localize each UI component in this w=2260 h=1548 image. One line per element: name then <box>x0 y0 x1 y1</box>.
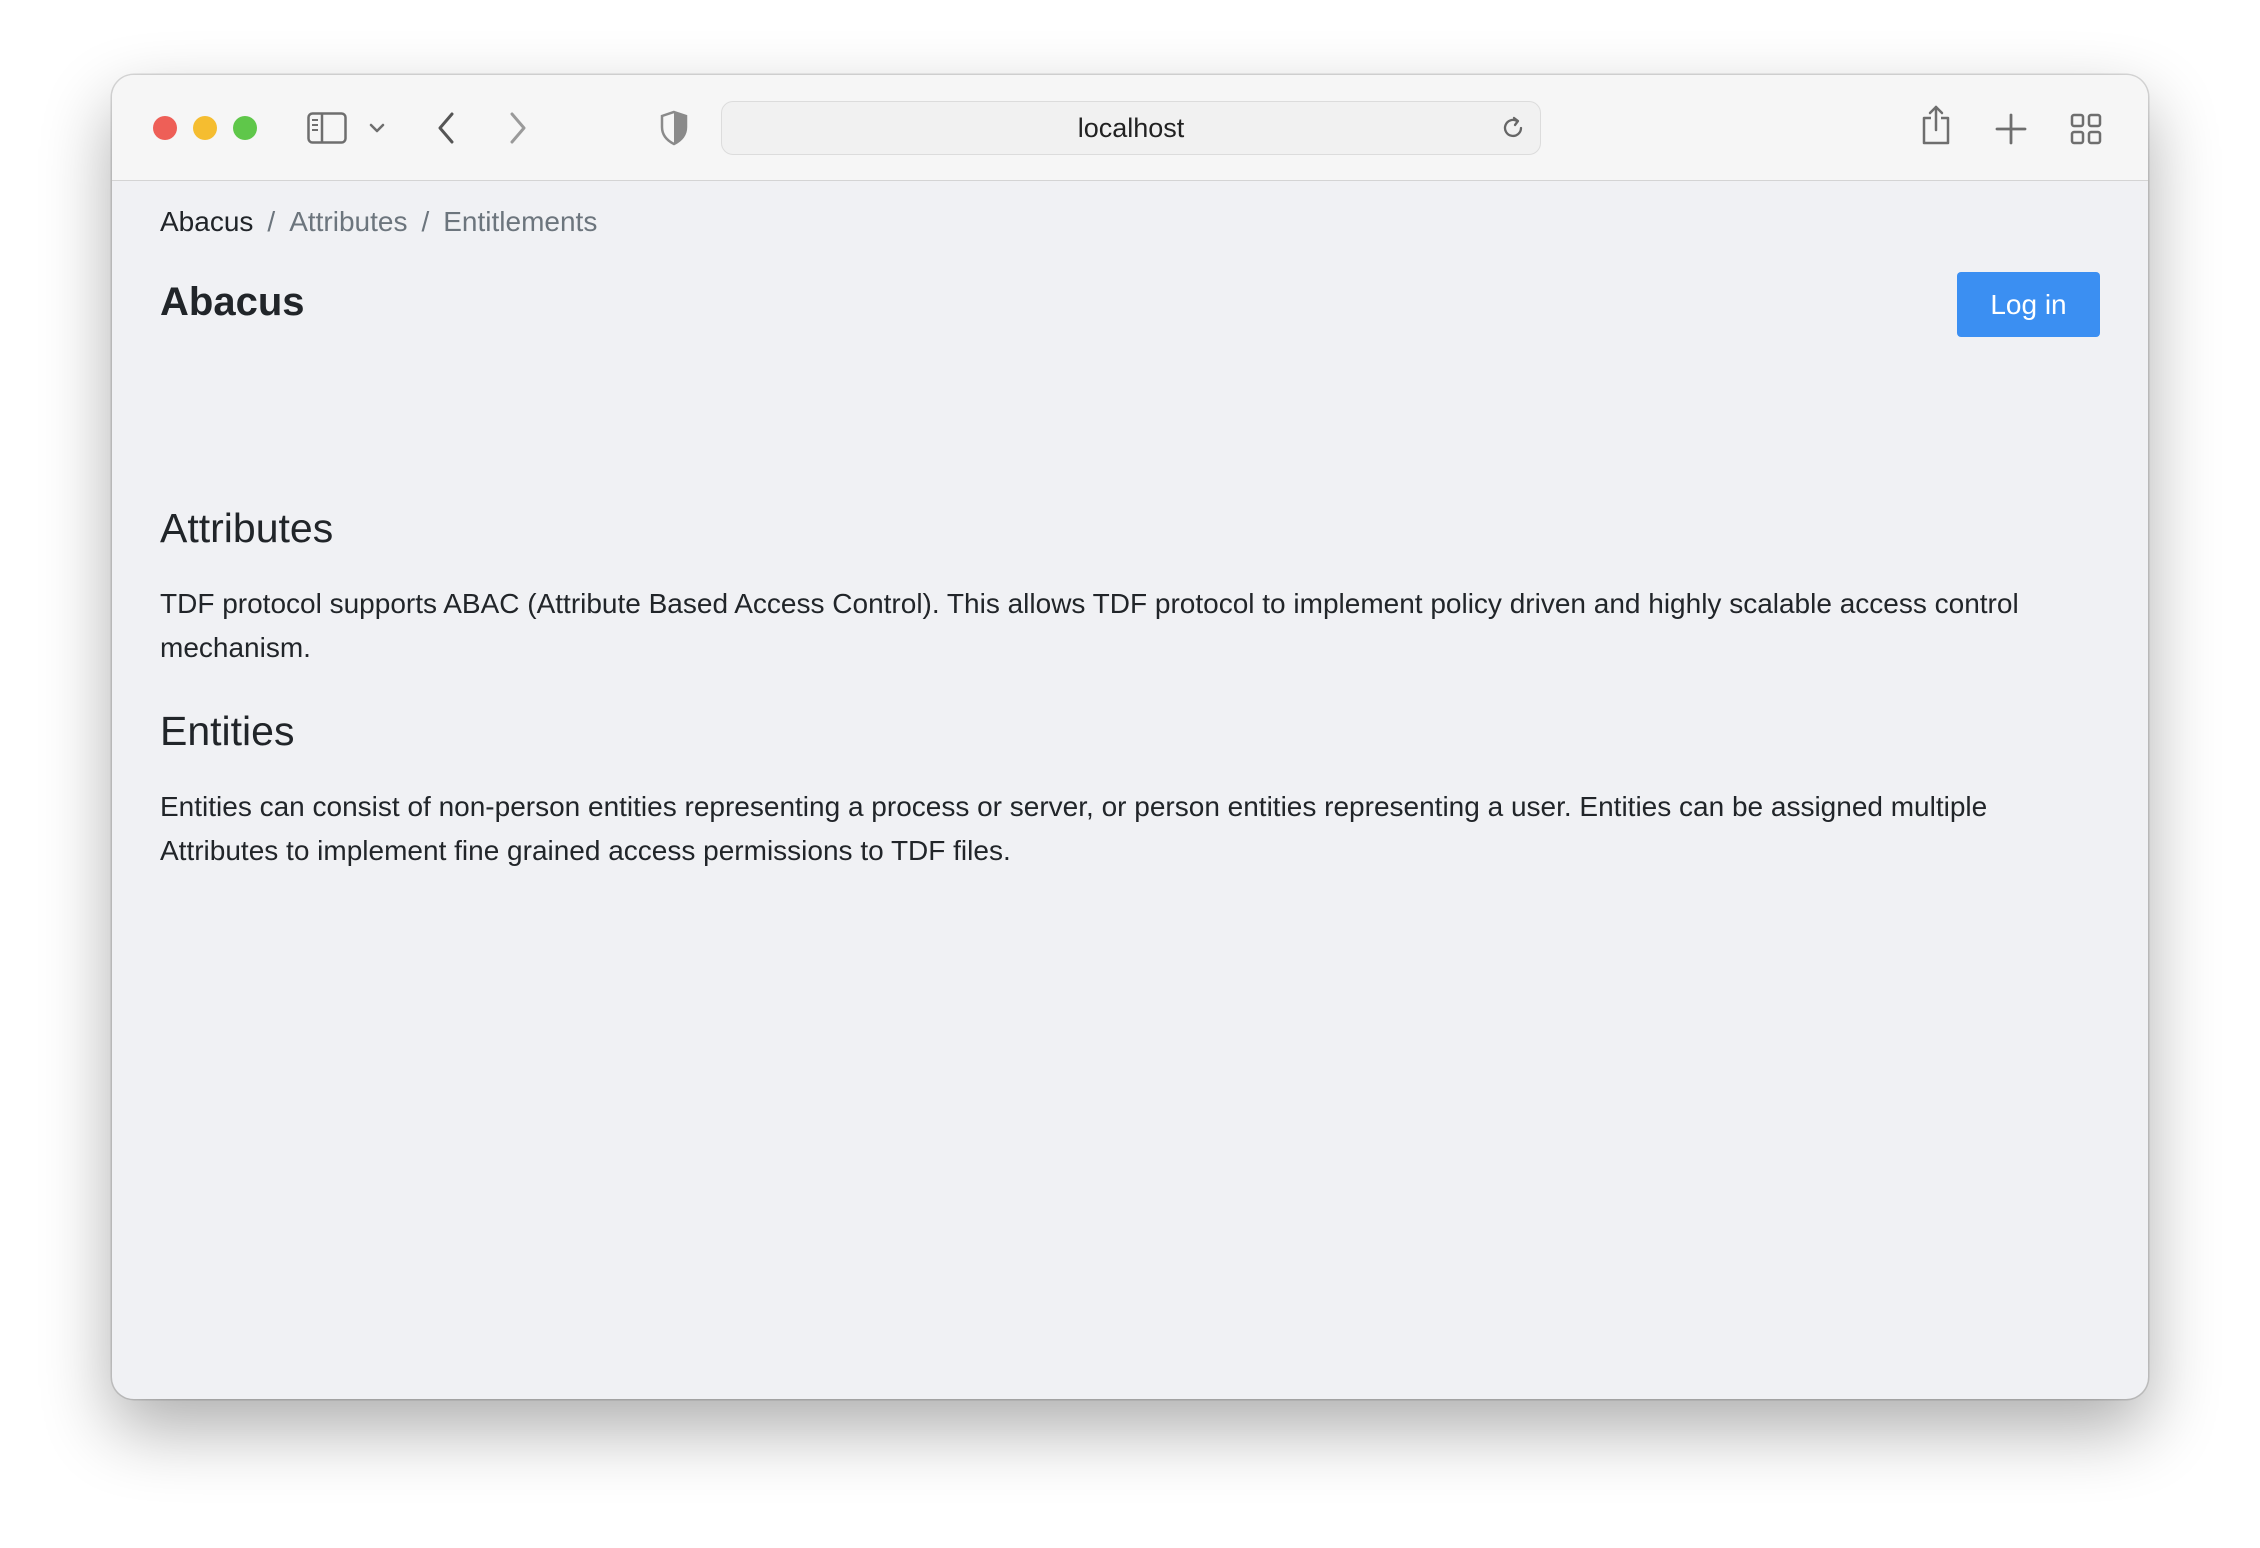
page-title: Abacus <box>160 280 305 324</box>
chevron-down-icon[interactable] <box>368 119 386 137</box>
entities-description: Entities can consist of non-person entit… <box>160 791 1988 866</box>
page-content: Abacus / Attributes / Entitlements Abacus Lo… <box>112 182 2148 1399</box>
sidebar-icon[interactable] <box>306 110 348 146</box>
shield-icon[interactable] <box>657 109 691 147</box>
grid-icon[interactable] <box>2069 112 2103 146</box>
attributes-heading: Attributes <box>160 505 334 551</box>
breadcrumb-separator: / <box>267 206 276 237</box>
attributes-description: TDF protocol supports ABAC (Attribute Ba… <box>160 588 2019 663</box>
close-window-button[interactable] <box>153 116 177 140</box>
chevron-right-icon[interactable] <box>506 109 530 147</box>
breadcrumb-item-abacus[interactable]: Abacus <box>160 206 253 237</box>
login-button[interactable]: Log in <box>1957 272 2100 337</box>
maximize-window-button[interactable] <box>233 116 257 140</box>
plus-icon[interactable] <box>1994 112 2028 146</box>
breadcrumb-item-attributes[interactable]: Attributes <box>289 206 407 237</box>
breadcrumb-item-entitlements[interactable]: Entitlements <box>443 206 597 237</box>
browser-toolbar: localhost <box>112 75 2148 181</box>
entities-heading: Entities <box>160 708 295 754</box>
breadcrumb: Abacus / Attributes / Entitlements <box>160 206 597 238</box>
share-icon[interactable] <box>1919 103 1953 147</box>
chevron-left-icon[interactable] <box>434 109 458 147</box>
address-bar[interactable]: localhost <box>721 101 1541 155</box>
reload-icon[interactable] <box>1500 115 1526 141</box>
minimize-window-button[interactable] <box>193 116 217 140</box>
breadcrumb-separator: / <box>421 206 430 237</box>
browser-window: localhost Abacus / Attributes / Entitlem… <box>112 75 2148 1399</box>
address-text: localhost <box>1077 112 1185 143</box>
